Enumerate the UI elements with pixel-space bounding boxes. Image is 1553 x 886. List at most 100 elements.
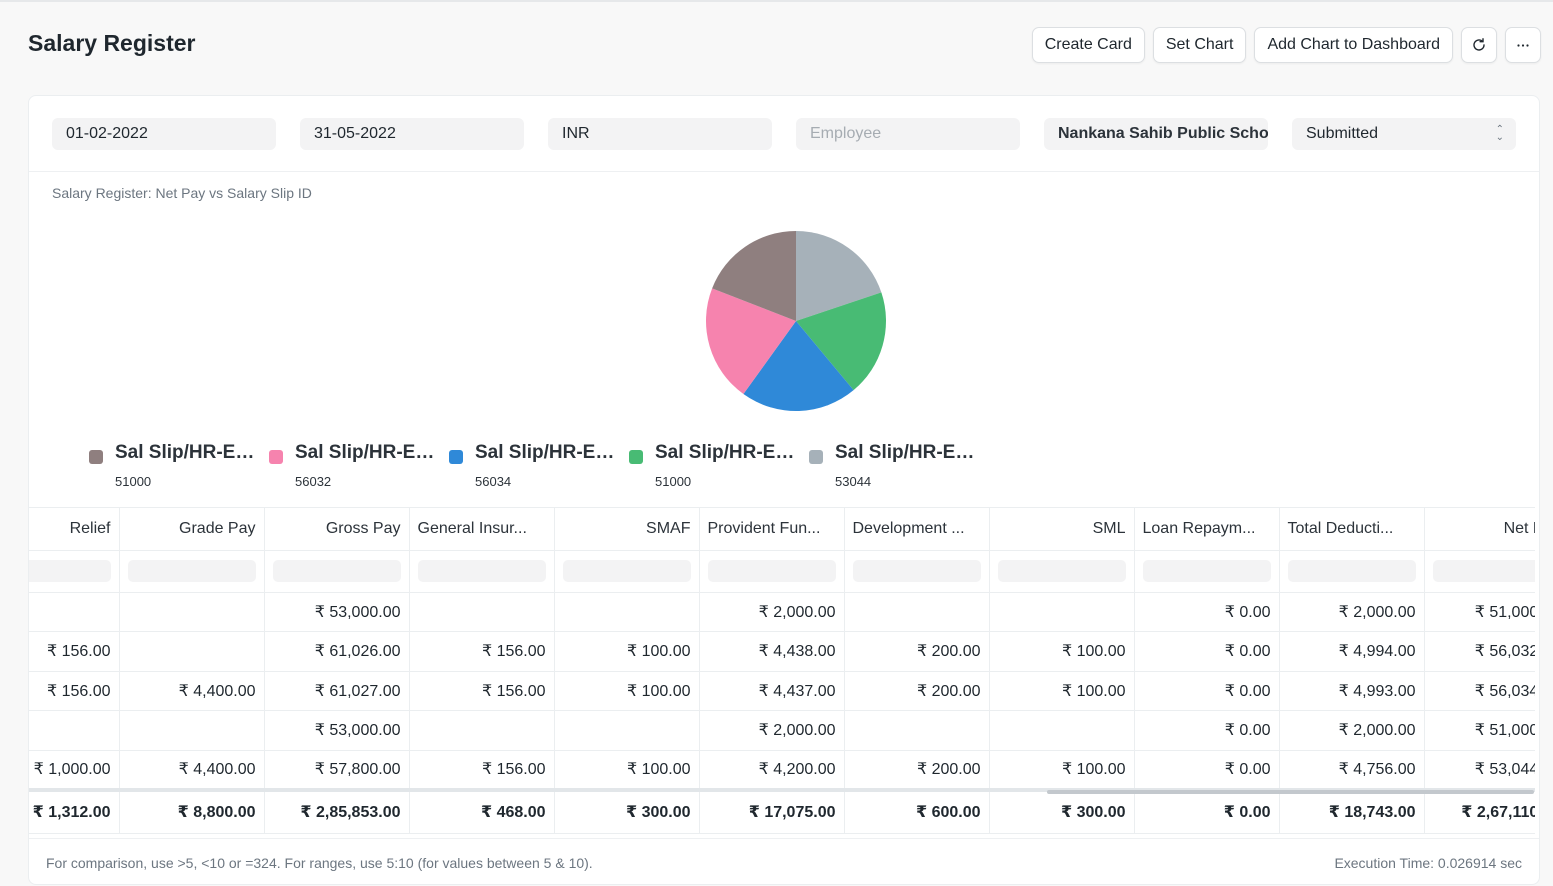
- legend-swatch: [89, 450, 103, 464]
- table-cell[interactable]: ₹ 57,800.00: [264, 750, 410, 790]
- column-filter-cell: [29, 550, 120, 593]
- column-filter-input[interactable]: [417, 560, 546, 582]
- add-chart-to-dashboard-button[interactable]: Add Chart to Dashboard: [1254, 27, 1453, 63]
- column-filter-input[interactable]: [1287, 560, 1416, 582]
- column-header[interactable]: SMAF: [554, 508, 700, 551]
- legend-swatch: [809, 450, 823, 464]
- table-cell[interactable]: [844, 592, 990, 632]
- total-cell: ₹ 0.00: [1134, 787, 1280, 834]
- table-cell[interactable]: ₹ 53,044.00: [1424, 750, 1535, 790]
- table-cell[interactable]: [844, 710, 990, 751]
- column-header[interactable]: Relief: [29, 508, 120, 551]
- column-filter-input[interactable]: [272, 560, 401, 582]
- table-cell[interactable]: ₹ 2,000.00: [1279, 710, 1425, 751]
- totals-row: ₹ 1,312.00 ₹ 8,800.00 ₹ 2,85,853.00 ₹ 468.0…: [29, 787, 1535, 834]
- table-cell[interactable]: ₹ 4,438.00: [699, 631, 845, 672]
- table-cell[interactable]: [554, 592, 700, 632]
- total-cell: ₹ 1,312.00: [29, 787, 120, 834]
- table-row: ₹ 156.00 ₹ 4,400.00 ₹ 61,027.00 ₹ 156.00 ₹ 1…: [29, 671, 1535, 711]
- table-cell[interactable]: ₹ 156.00: [409, 671, 555, 711]
- column-header[interactable]: Loan Repaym...: [1134, 508, 1280, 551]
- table-cell[interactable]: ₹ 4,400.00: [119, 750, 265, 790]
- table-cell[interactable]: ₹ 4,200.00: [699, 750, 845, 790]
- table-cell[interactable]: [409, 592, 555, 632]
- table-cell[interactable]: ₹ 100.00: [554, 671, 700, 711]
- column-filter-input[interactable]: [1142, 560, 1271, 582]
- column-header[interactable]: SML: [989, 508, 1135, 551]
- column-filter-input[interactable]: [852, 560, 981, 582]
- table-cell[interactable]: ₹ 100.00: [989, 631, 1135, 672]
- table-cell[interactable]: ₹ 51,000.00: [1424, 710, 1535, 751]
- column-header[interactable]: Gross Pay: [264, 508, 410, 551]
- column-filter-input[interactable]: [707, 560, 836, 582]
- table-cell[interactable]: ₹ 100.00: [989, 750, 1135, 790]
- table-cell[interactable]: ₹ 100.00: [989, 671, 1135, 711]
- create-card-button[interactable]: Create Card: [1031, 27, 1145, 63]
- column-filter-input[interactable]: [562, 560, 691, 582]
- set-chart-button[interactable]: Set Chart: [1152, 27, 1247, 63]
- table-cell[interactable]: [554, 710, 700, 751]
- table-cell[interactable]: ₹ 156.00: [409, 631, 555, 672]
- table-cell[interactable]: [119, 710, 265, 751]
- table-cell[interactable]: ₹ 4,400.00: [119, 671, 265, 711]
- column-header[interactable]: Net Pay: [1424, 508, 1535, 551]
- table-cell[interactable]: ₹ 56,032.00: [1424, 631, 1535, 672]
- table-cell[interactable]: [989, 710, 1135, 751]
- table-cell[interactable]: ₹ 4,994.00: [1279, 631, 1425, 672]
- table-cell[interactable]: ₹ 200.00: [844, 750, 990, 790]
- table-cell[interactable]: ₹ 0.00: [1134, 592, 1280, 632]
- table-cell[interactable]: ₹ 56,034.00: [1424, 671, 1535, 711]
- column-filter-input[interactable]: [1432, 560, 1535, 582]
- table-cell[interactable]: ₹ 100.00: [554, 631, 700, 672]
- refresh-button[interactable]: [1461, 27, 1497, 63]
- total-cell: ₹ 468.00: [409, 787, 555, 834]
- table-cell[interactable]: ₹ 1,000.00: [29, 750, 120, 790]
- horizontal-scrollbar[interactable]: [1047, 790, 1534, 794]
- column-filter-input[interactable]: [997, 560, 1126, 582]
- column-filter-cell: [409, 550, 555, 593]
- table-cell[interactable]: ₹ 0.00: [1134, 750, 1280, 790]
- table-cell[interactable]: ₹ 200.00: [844, 671, 990, 711]
- total-cell: ₹ 8,800.00: [119, 787, 265, 834]
- column-header[interactable]: Total Deducti...: [1279, 508, 1425, 551]
- table-cell[interactable]: ₹ 100.00: [554, 750, 700, 790]
- table-cell[interactable]: ₹ 2,000.00: [1279, 592, 1425, 632]
- table-cell[interactable]: ₹ 4,437.00: [699, 671, 845, 711]
- column-filter-cell: [119, 550, 265, 593]
- column-header[interactable]: Grade Pay: [119, 508, 265, 551]
- legend-label: Sal Slip/HR-EMP...: [475, 442, 625, 463]
- execution-time: Execution Time: 0.026914 sec: [1334, 855, 1522, 871]
- table-cell[interactable]: ₹ 53,000.00: [264, 592, 410, 632]
- table-cell[interactable]: ₹ 156.00: [29, 671, 120, 711]
- more-options-button[interactable]: [1505, 27, 1541, 63]
- table-row: ₹ 156.00 ₹ 61,026.00 ₹ 156.00 ₹ 100.00 ₹ 4,4…: [29, 631, 1535, 672]
- table-cell[interactable]: ₹ 53,000.00: [264, 710, 410, 751]
- column-header[interactable]: Provident Fun...: [699, 508, 845, 551]
- table-cell[interactable]: ₹ 200.00: [844, 631, 990, 672]
- table-cell[interactable]: [29, 710, 120, 751]
- table-cell[interactable]: ₹ 2,000.00: [699, 710, 845, 751]
- table-cell[interactable]: ₹ 156.00: [409, 750, 555, 790]
- column-header[interactable]: General Insur...: [409, 508, 555, 551]
- table-cell[interactable]: [29, 592, 120, 632]
- table-cell[interactable]: [119, 631, 265, 672]
- table-cell[interactable]: [119, 592, 265, 632]
- table-cell[interactable]: ₹ 2,000.00: [699, 592, 845, 632]
- table-cell[interactable]: [409, 710, 555, 751]
- table-cell[interactable]: ₹ 4,756.00: [1279, 750, 1425, 790]
- top-border: [0, 0, 1553, 2]
- table-cell[interactable]: [989, 592, 1135, 632]
- table-cell[interactable]: ₹ 0.00: [1134, 671, 1280, 711]
- table-cell[interactable]: ₹ 61,026.00: [264, 631, 410, 672]
- table-cell[interactable]: ₹ 4,993.00: [1279, 671, 1425, 711]
- table-cell[interactable]: ₹ 61,027.00: [264, 671, 410, 711]
- column-header[interactable]: Development ...: [844, 508, 990, 551]
- table-cell[interactable]: ₹ 0.00: [1134, 631, 1280, 672]
- table-cell[interactable]: ₹ 51,000.00: [1424, 592, 1535, 632]
- column-filter-input[interactable]: [29, 560, 111, 582]
- column-filter-input[interactable]: [127, 560, 256, 582]
- table-header-row: Relief Grade Pay Gross Pay General Insur...…: [29, 508, 1535, 551]
- table-cell[interactable]: ₹ 0.00: [1134, 710, 1280, 751]
- table-cell[interactable]: ₹ 156.00: [29, 631, 120, 672]
- legend-value: 53044: [835, 474, 872, 489]
